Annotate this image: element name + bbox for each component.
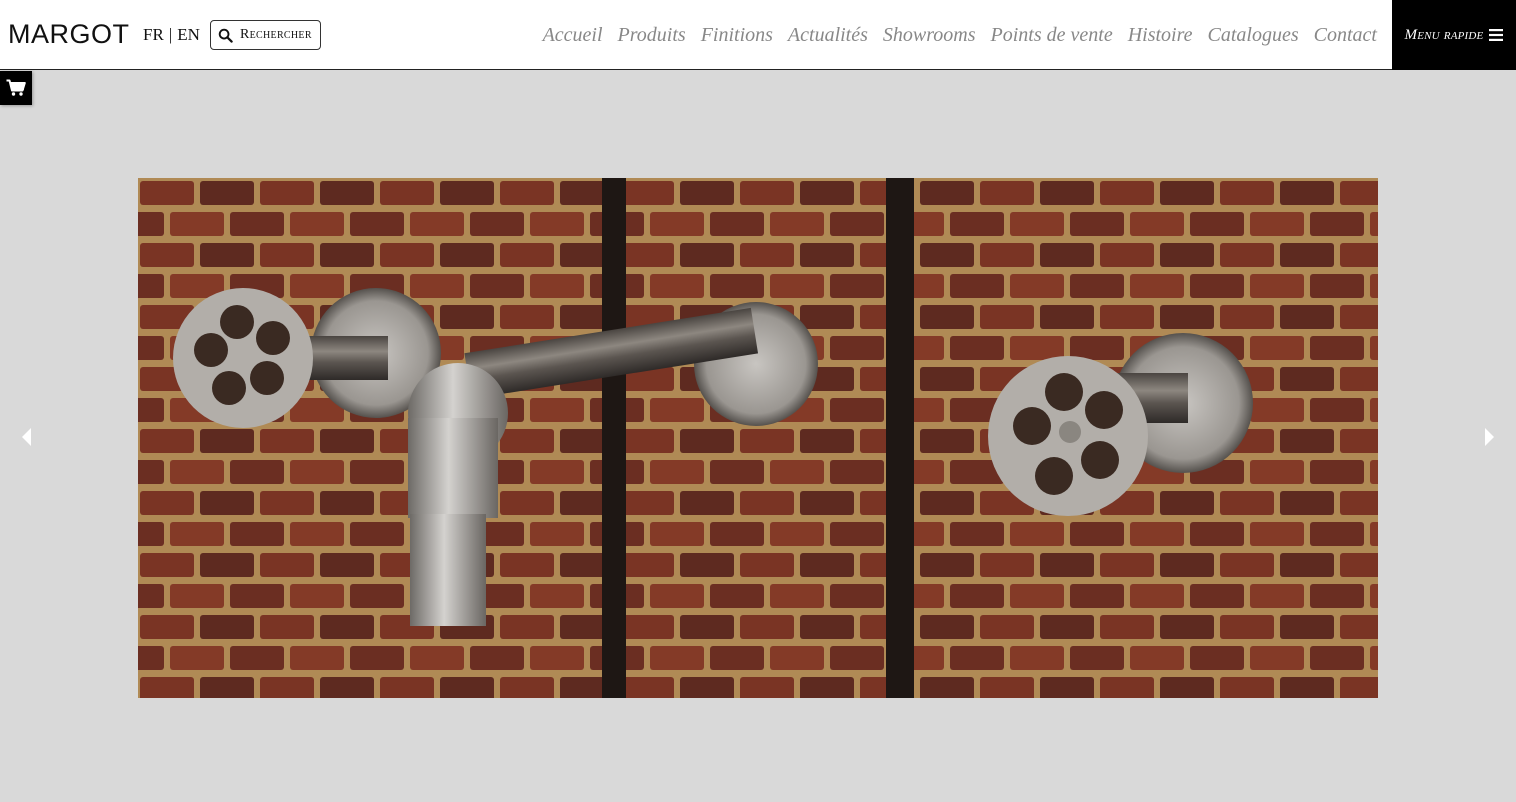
cart-icon [6, 79, 26, 96]
arrow-right-icon [1485, 428, 1494, 446]
site-header: MARGOT FR | EN Rechercher Accueil Produits… [0, 0, 1516, 70]
slider-next-button[interactable] [1483, 427, 1497, 447]
slider-prev-button[interactable] [19, 427, 33, 447]
brand-logo[interactable]: MARGOT [8, 19, 130, 49]
search-button[interactable]: Rechercher [210, 20, 321, 50]
nav-item-finitions[interactable]: Finitions [701, 24, 773, 47]
hamburger-icon [1489, 29, 1504, 41]
lang-fr-link[interactable]: FR [143, 25, 164, 44]
main-nav: Accueil Produits Finitions Actualités Sh… [528, 20, 1377, 50]
quick-menu-button[interactable]: Menu rapide [1392, 0, 1516, 70]
nav-item-showrooms[interactable]: Showrooms [883, 24, 976, 47]
hero-slide-image [138, 178, 1378, 698]
arrow-left-icon [22, 428, 31, 446]
nav-item-produits[interactable]: Produits [618, 24, 686, 47]
search-icon [218, 28, 233, 43]
nav-item-points-de-vente[interactable]: Points de vente [991, 24, 1113, 47]
nav-item-accueil[interactable]: Accueil [543, 24, 603, 47]
nav-item-actualites[interactable]: Actualités [788, 24, 868, 47]
nav-item-catalogues[interactable]: Catalogues [1208, 24, 1299, 47]
lang-separator: | [168, 25, 173, 44]
language-switcher: FR | EN [143, 24, 200, 46]
search-button-label: Rechercher [240, 27, 312, 42]
nav-item-contact[interactable]: Contact [1314, 24, 1377, 47]
nav-item-histoire[interactable]: Histoire [1128, 24, 1193, 47]
lang-en-link[interactable]: EN [177, 25, 200, 44]
quick-menu-label: Menu rapide [1404, 26, 1484, 43]
cart-button[interactable] [0, 71, 32, 105]
